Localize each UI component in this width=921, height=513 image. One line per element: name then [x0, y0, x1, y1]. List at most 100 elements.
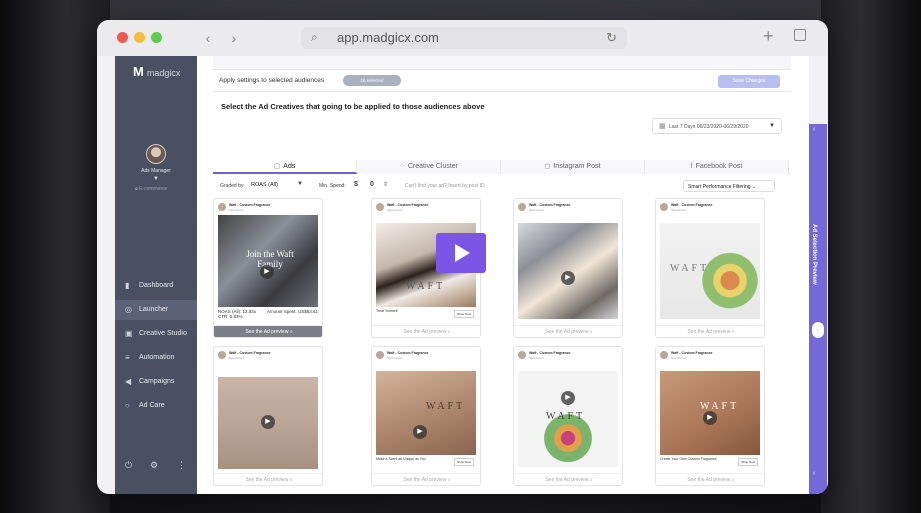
play-icon[interactable]: ▶ [561, 391, 575, 405]
address-bar[interactable]: ⌕ app.madgicx.com ↻ [301, 27, 627, 49]
preview-label: See the Ad preview [545, 329, 589, 335]
shop-now-button: Shop Now [454, 458, 474, 466]
see-ad-preview-link[interactable]: See the Ad preview ⌕ [656, 325, 764, 337]
sidebar-item-dashboard[interactable]: ▮ Dashboard [115, 276, 197, 296]
maximize-window-button[interactable] [151, 32, 162, 43]
preview-label: See the Ad preview [687, 477, 731, 483]
tab-label: Ads [283, 163, 296, 170]
minimize-window-button[interactable] [134, 32, 145, 43]
see-ad-preview-link[interactable]: See the Ad preview ⌕ [372, 473, 480, 485]
chevron-left-icon[interactable]: ‹ [813, 470, 815, 477]
browser-titlebar: ‹ › ⌕ app.madgicx.com ↻ + [97, 20, 828, 56]
ad-footer: Create Your Own Custom Fragrance Shop Now [660, 457, 760, 467]
page-avatar [660, 351, 668, 359]
sponsored-label: Sponsored [229, 356, 244, 360]
spend-stepper-icon[interactable]: ⇕ [383, 181, 388, 188]
play-icon[interactable]: ▶ [413, 425, 427, 439]
min-spend-input[interactable]: 0 [370, 181, 374, 188]
sidebar-item-label: Automation [139, 354, 175, 361]
panel-toggle-knob[interactable]: ◦ [812, 322, 824, 338]
see-ad-preview-link[interactable]: See the Ad preview ⌕ [514, 473, 622, 485]
tabs-overview-icon[interactable] [794, 29, 806, 41]
sidebar-item-label: Creative Studio [139, 330, 187, 337]
ad-header: Waft - Custom Fragrance Sponsored [376, 202, 476, 214]
chevron-down-icon[interactable]: ▼ [115, 176, 197, 182]
ad-image: Join the Waft Family ▶ [218, 215, 318, 307]
smart-filtering-dropdown[interactable]: Smart Performance Filtering ⌄ [683, 180, 775, 192]
chevron-down-icon: ⌄ [751, 184, 757, 190]
globe-icon: ◎ [125, 305, 132, 314]
see-ad-preview-link[interactable]: See the Ad preview ⌕ [656, 473, 764, 485]
ad-card[interactable]: Waft - Custom Fragrance Sponsored WAFT ▶ … [655, 346, 765, 486]
preview-label: See the Ad preview [403, 329, 447, 335]
search-icon: ⌕ [447, 477, 451, 483]
back-arrow-icon[interactable]: ‹ [197, 28, 219, 48]
ad-card[interactable]: Waft - Custom Fragrance Sponsored ▶ See t… [213, 346, 323, 486]
see-ad-preview-link[interactable]: See the Ad preview ⌕ [214, 325, 322, 337]
ad-selection-preview-panel[interactable]: ‹ Ad Selection Preview ◦ ‹ [809, 124, 827, 494]
ad-card[interactable]: Waft - Custom Fragrance Sponsored WAFT ▶ … [371, 346, 481, 486]
sponsored-label: Sponsored [671, 356, 686, 360]
tab-instagram-post[interactable]: ◻ Instagram Post [501, 160, 645, 174]
play-icon[interactable]: ▶ [261, 415, 275, 429]
tab-creative-cluster[interactable]: ⁘ Creative Cluster [357, 160, 501, 174]
save-changes-button[interactable]: Save Changes [718, 75, 780, 88]
close-window-button[interactable] [117, 32, 128, 43]
sidebar-item-automation[interactable]: ≡ Automation [115, 348, 197, 368]
play-icon[interactable]: ▶ [561, 271, 575, 285]
ad-card[interactable]: Waft - Custom Fragrance Sponsored Join th… [213, 198, 323, 338]
play-icon[interactable]: ▶ [703, 411, 717, 425]
page-avatar [376, 351, 384, 359]
power-icon[interactable]: ⏻ [125, 460, 132, 471]
chevron-down-icon: ▼ [769, 123, 775, 129]
selected-audiences-pill[interactable]: 16 selected [343, 75, 401, 86]
new-tab-plus-icon[interactable]: + [763, 26, 774, 47]
shop-now-button: Shop Now [454, 310, 474, 318]
avatar[interactable] [146, 144, 166, 164]
more-vertical-icon[interactable]: ⋮ [177, 460, 186, 471]
insert-post-id-link[interactable]: Can't find your ad? Insert by post ID [405, 183, 485, 189]
tab-label: Facebook Post [695, 163, 743, 170]
date-range-dropdown[interactable]: ▦ Last 7 Days 06/23/2020-06/29/2020 ▼ [652, 118, 782, 134]
forward-arrow-icon[interactable]: › [223, 28, 245, 48]
currency-symbol: $ [354, 181, 358, 188]
waft-logo: WAFT [426, 401, 466, 412]
page-name: Waft - Custom Fragrance [529, 351, 571, 355]
ad-image: WAFT ▶ [518, 371, 618, 467]
ad-header: Waft - Custom Fragrance Sponsored [660, 350, 760, 362]
top-strip [213, 56, 791, 70]
video-play-button[interactable] [436, 233, 486, 273]
reload-icon[interactable]: ↻ [606, 30, 617, 46]
ad-header: Waft - Custom Fragrance Sponsored [518, 202, 618, 214]
sponsored-label: Sponsored [529, 356, 544, 360]
tab-ads[interactable]: ▢ Ads [213, 160, 357, 174]
tab-facebook-post[interactable]: f Facebook Post [645, 160, 789, 174]
ad-card[interactable]: Waft - Custom Fragrance Sponsored WAFT ▶ … [513, 346, 623, 486]
sponsored-label: Sponsored [387, 356, 402, 360]
search-icon: ⌕ [589, 329, 593, 335]
search-icon: ⌕ [447, 329, 451, 335]
ad-image: WAFT ▶ [660, 371, 760, 455]
circle-icon: ○ [125, 401, 130, 410]
sidebar-item-launcher[interactable]: ◎ Launcher [115, 300, 197, 320]
sidebar-item-label: Campaigns [139, 378, 175, 385]
search-icon: ⌕ [289, 477, 293, 483]
play-icon[interactable]: ▶ [260, 265, 274, 279]
ad-card[interactable]: Waft - Custom Fragrance Sponsored ▶ See t… [513, 198, 623, 338]
ad-header: Waft - Custom Fragrance Sponsored [218, 202, 318, 214]
caret-down-icon[interactable]: ▼ [297, 181, 303, 187]
amount-spent-value: Amount Spent: US$53.61 [266, 309, 318, 314]
sidebar-item-ad-care[interactable]: ○ Ad Care [115, 396, 197, 416]
ad-headline: Make a Scent as Unique as You [376, 457, 426, 461]
sidebar-item-campaigns[interactable]: ◀ Campaigns [115, 372, 197, 392]
page-name: Waft - Custom Fragrance [671, 203, 713, 207]
graded-by-select[interactable]: ROAS (All) [251, 182, 278, 188]
chevron-left-icon[interactable]: ‹ [813, 126, 815, 133]
gear-icon[interactable]: ⚙ [150, 460, 158, 471]
facebook-icon: f [690, 163, 693, 170]
see-ad-preview-link[interactable]: See the Ad preview ⌕ [514, 325, 622, 337]
see-ad-preview-link[interactable]: See the Ad preview ⌕ [214, 473, 322, 485]
see-ad-preview-link[interactable]: See the Ad preview ⌕ [372, 325, 480, 337]
sidebar-item-creative-studio[interactable]: ▣ Creative Studio [115, 324, 197, 344]
ad-card[interactable]: Waft - Custom Fragrance Sponsored WAFT Se… [655, 198, 765, 338]
